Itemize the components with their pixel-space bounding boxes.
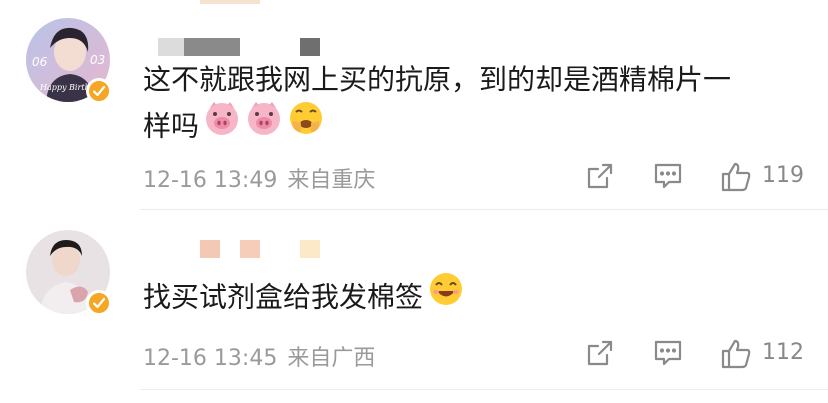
pig-face-icon [245, 99, 283, 150]
comment-meta: 12-16 13:45 来自广西 [143, 340, 375, 372]
comment-text-line: 找买试剂盒给我发棉签 [143, 280, 424, 314]
comment-icon[interactable] [653, 338, 683, 368]
like-count: 112 [762, 340, 804, 365]
svg-text:03: 03 [90, 53, 105, 67]
like-icon[interactable] [720, 161, 751, 192]
comment-text-line: 这不就跟我网上买的抗原，到的却是酒精棉片一 [143, 63, 732, 96]
comment-icon[interactable] [653, 161, 683, 191]
location: 来自重庆 [287, 168, 376, 193]
comment-text-line: 样吗 [143, 109, 200, 143]
verified-badge-icon [86, 78, 112, 104]
share-icon[interactable] [585, 338, 615, 368]
scared-face-icon [287, 99, 325, 150]
like-count: 119 [762, 163, 804, 188]
comment-item: 找买试剂盒给我发棉签 12-16 13:45 来自广西 112 [0, 210, 828, 400]
timestamp: 12-16 13:45 [143, 346, 278, 371]
comment-text: 这不就跟我网上买的抗原，到的却是酒精棉片一 样吗 [143, 58, 731, 146]
verified-badge-icon [86, 290, 112, 316]
comment-item: 06 03 Happy Birthday 这不就跟我网上买的抗原，到的却是酒精棉… [0, 0, 828, 210]
pig-face-icon [203, 99, 241, 150]
location: 来自广西 [287, 346, 376, 371]
comment-text: 找买试剂盒给我发棉签 [143, 273, 465, 317]
svg-text:06: 06 [32, 55, 48, 69]
divider [140, 389, 828, 390]
share-icon[interactable] [585, 161, 615, 191]
grinning-face-icon [427, 270, 465, 321]
comment-meta: 12-16 13:49 来自重庆 [143, 162, 375, 194]
timestamp: 12-16 13:49 [143, 168, 278, 193]
like-icon[interactable] [720, 338, 751, 369]
